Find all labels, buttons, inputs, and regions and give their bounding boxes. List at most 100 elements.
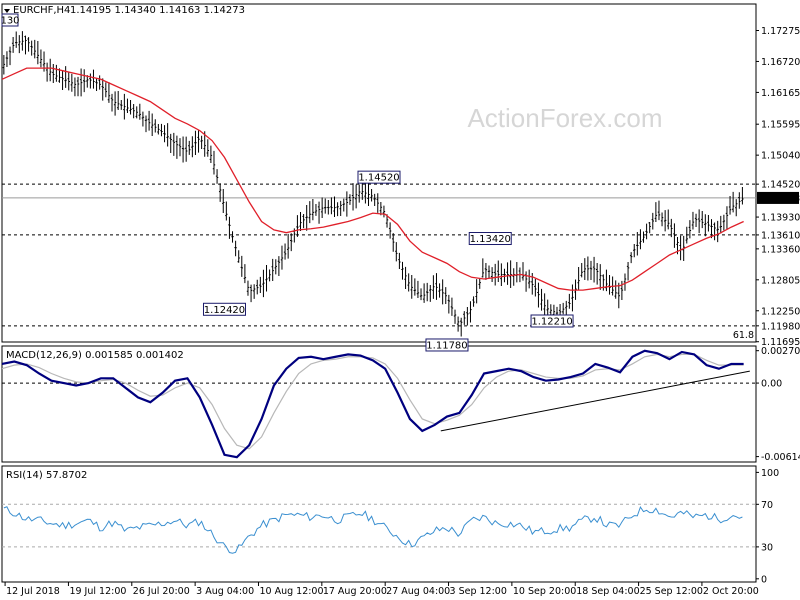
price-bar	[450, 297, 454, 316]
rsi-tick-label: 70	[761, 500, 773, 511]
price-bar	[663, 210, 667, 232]
price-bar	[358, 184, 361, 203]
price-bar	[339, 200, 342, 217]
price-bar	[317, 201, 321, 224]
price-bar	[722, 214, 726, 231]
x-tick-label: 27 Aug 04:00	[386, 586, 450, 597]
price-bar	[36, 40, 40, 65]
price-tick-label: 1.16720	[761, 57, 800, 68]
price-bar	[243, 264, 247, 284]
x-tick-label: 25 Sep 12:00	[640, 586, 703, 597]
price-bar	[259, 276, 262, 293]
macd-label: MACD(12,26,9) 0.001585 0.001402	[6, 350, 184, 361]
price-bar	[302, 213, 305, 229]
x-tick-label: 17 Aug 20:00	[323, 586, 387, 597]
price-bar	[493, 263, 497, 286]
price-bar	[453, 309, 457, 324]
price-bar	[336, 202, 339, 217]
price-bar	[225, 201, 228, 221]
price-tick-label: 1.11980	[761, 321, 800, 332]
price-bar	[246, 280, 250, 296]
price-bar	[719, 215, 722, 234]
price-bar	[135, 106, 138, 119]
price-bar	[2, 54, 6, 75]
price-bar	[11, 36, 15, 53]
dropdown-arrow-icon[interactable]	[4, 9, 10, 13]
price-bar	[500, 263, 503, 287]
price-bar	[571, 284, 574, 312]
price-tick-label: 1.12805	[761, 275, 800, 286]
price-bar	[147, 110, 151, 131]
price-tick-label: 1.15040	[761, 151, 800, 162]
rsi-label: RSI(14) 57.8702	[6, 470, 87, 481]
price-bar	[18, 35, 21, 54]
price-bar	[701, 210, 704, 229]
price-bar	[595, 263, 599, 285]
price-bar	[61, 70, 64, 91]
price-bar	[262, 269, 265, 298]
price-bar	[626, 262, 630, 281]
price-bar	[370, 188, 373, 202]
price-bar	[413, 278, 417, 296]
price-bar	[55, 64, 58, 82]
price-bar	[589, 260, 593, 281]
price-bar	[728, 195, 732, 215]
price-bar	[280, 245, 284, 270]
price-bar	[484, 263, 488, 280]
price-bar	[490, 267, 494, 282]
price-bar	[333, 196, 336, 217]
price-bar	[33, 39, 36, 59]
price-bar	[688, 220, 692, 239]
price-bar	[237, 250, 240, 263]
price-bar	[388, 222, 392, 239]
price-bar	[181, 136, 185, 163]
price-bar	[67, 72, 70, 91]
annotation-label: 1.12420	[204, 305, 245, 316]
price-bar	[231, 231, 234, 243]
price-bar	[240, 255, 243, 277]
price-bar	[515, 262, 519, 283]
price-bar	[478, 277, 481, 289]
price-bar	[599, 264, 602, 290]
price-bar	[299, 212, 302, 231]
price-bar	[64, 66, 67, 88]
price-bar	[348, 194, 352, 205]
x-tick-label: 12 Jul 2018	[6, 586, 60, 597]
price-bar	[104, 82, 108, 98]
macd-signal-line	[1, 353, 744, 450]
price-bar	[252, 284, 256, 299]
price-bar	[49, 58, 52, 82]
price-bar	[290, 233, 293, 252]
price-bar	[79, 68, 83, 97]
price-bar	[24, 35, 27, 55]
price-bar	[741, 186, 744, 205]
annotation-label: 1.13420	[470, 234, 511, 245]
price-bar	[651, 212, 654, 230]
rsi-tick-label: 30	[761, 542, 773, 553]
price-bar	[354, 184, 358, 209]
price-bar	[200, 135, 203, 149]
price-tick-label: 1.12250	[761, 306, 800, 317]
price-bar	[212, 150, 216, 175]
price-bar	[172, 132, 176, 156]
price-bar	[160, 123, 163, 137]
price-bar	[602, 274, 605, 291]
price-bar	[617, 282, 620, 309]
price-bar	[392, 233, 395, 252]
price-bar	[283, 243, 287, 260]
price-bar	[21, 31, 24, 51]
price-bar	[178, 138, 182, 157]
price-bar	[123, 93, 126, 120]
price-bar	[583, 258, 587, 280]
rsi-line	[3, 506, 743, 554]
price-bar	[45, 62, 49, 82]
price-bar	[657, 200, 661, 221]
price-bar	[154, 119, 157, 133]
price-bar	[126, 98, 129, 114]
annotation-label: 1.12210	[531, 316, 572, 327]
price-bar	[642, 231, 645, 243]
x-tick-label: 10 Sep 20:00	[513, 586, 576, 597]
price-bar	[735, 199, 738, 217]
price-bar	[691, 211, 695, 230]
price-bar	[707, 215, 710, 232]
